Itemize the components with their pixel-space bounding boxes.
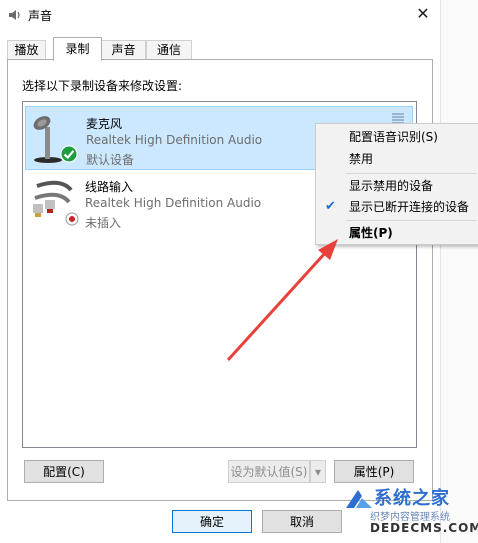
tab-playback[interactable]: 播放 [7,40,46,60]
menu-separator [346,220,476,221]
watermark: 系统之家 织梦内容管理系统 DEDECMS.COM [340,482,478,543]
configure-button[interactable]: 配置(C) [24,460,104,483]
chevron-down-icon: ▾ [314,465,322,479]
menu-item-disable[interactable]: 禁用 [316,148,478,170]
instruction-text: 选择以下录制设备来修改设置: [22,79,183,93]
device-driver: Realtek High Definition Audio [86,133,263,147]
device-status: 未插入 [85,216,122,230]
window-title: 声音 [28,9,53,23]
watermark-site: DEDECMS.COM [370,521,478,535]
context-menu: 配置语音识别(S) 禁用 显示禁用的设备 ✔ 显示已断开连接的设备 属性(P) [315,123,478,245]
set-default-dropdown[interactable]: ▾ [310,460,326,483]
tab-communications[interactable]: 通信 [146,40,192,60]
title-bar: 声音 ✕ [0,0,478,30]
device-driver: Realtek High Definition Audio [85,196,262,210]
close-icon: ✕ [416,4,430,23]
speaker-icon [9,10,20,20]
cancel-button[interactable]: 取消 [262,510,342,533]
tab-sounds[interactable]: 声音 [101,40,146,60]
menu-item-show-disabled[interactable]: 显示禁用的设备 [316,175,478,197]
menu-item-configure-speech[interactable]: 配置语音识别(S) [316,126,478,148]
menu-separator [346,173,476,174]
close-button[interactable]: ✕ [408,2,438,26]
menu-item-show-disconnected[interactable]: ✔ 显示已断开连接的设备 [316,196,478,218]
default-check-icon [60,145,78,163]
set-default-button[interactable]: 设为默认值(S) [228,460,310,483]
unplugged-icon [65,212,79,226]
background-strip [440,0,478,543]
menu-item-properties[interactable]: 属性(P) [316,222,478,244]
device-name: 线路输入 [85,180,134,194]
watermark-title: 系统之家 [374,488,450,509]
device-name: 麦克风 [86,117,123,131]
watermark-logo-icon [346,490,372,508]
device-status: 默认设备 [86,153,135,167]
properties-button[interactable]: 属性(P) [334,460,414,483]
ok-button[interactable]: 确定 [172,510,252,533]
checkmark-icon: ✔ [325,199,336,214]
tab-recording[interactable]: 录制 [53,37,102,61]
